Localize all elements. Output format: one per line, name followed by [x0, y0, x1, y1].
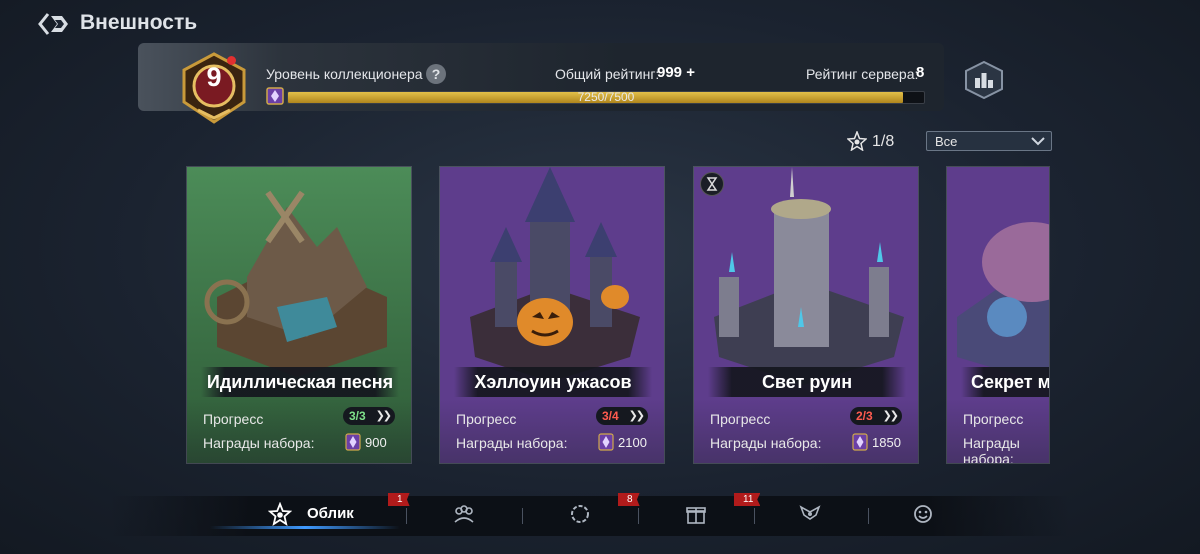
- card-title: Хэллоуин ужасов: [454, 367, 652, 397]
- total-rating-value: 999 +: [657, 64, 695, 81]
- crystal-icon: [266, 87, 284, 105]
- crystal-icon: [345, 433, 361, 451]
- server-rating-label: Рейтинг сервера:: [806, 66, 919, 82]
- rewards-label: Награды набора:: [963, 435, 1020, 464]
- ranking-icon[interactable]: [962, 60, 1006, 100]
- nav-divider: [522, 508, 523, 524]
- nav-divider: [638, 508, 639, 524]
- progress-label: Прогресс: [456, 411, 517, 427]
- gift-icon[interactable]: [684, 502, 708, 526]
- back-icon[interactable]: [38, 10, 70, 38]
- crowd-icon[interactable]: [452, 502, 476, 526]
- total-rating-label: Общий рейтинг:: [555, 66, 660, 82]
- reward-value: 2100: [618, 435, 647, 450]
- nav-divider: [754, 508, 755, 524]
- collector-level-label: Уровень коллекционера: [266, 66, 423, 82]
- chevron-right-icon: ❯❯: [375, 410, 393, 422]
- filter-dropdown[interactable]: Все: [926, 131, 1052, 151]
- chevron-right-icon: ❯❯: [628, 410, 646, 422]
- card-title: Секрет мор: [961, 367, 1049, 397]
- collector-level: 9: [206, 62, 222, 92]
- progress-value[interactable]: 3/3 ❯❯: [343, 407, 395, 425]
- collection-card-halloween[interactable]: Хэллоуин ужасов Прогресс 3/4 ❯❯ Награды …: [439, 166, 665, 464]
- wings-icon[interactable]: [798, 502, 822, 526]
- xp-progress-text: 7250/7500: [577, 90, 635, 104]
- notification-badge: 1: [388, 493, 410, 506]
- xp-progress-bar: 7250/7500: [287, 90, 925, 104]
- notification-dot: [227, 56, 236, 65]
- nav-divider: [406, 508, 407, 524]
- progress-count: 2/3: [856, 409, 873, 423]
- filter-selected-value: Все: [935, 134, 958, 149]
- progress-label: Прогресс: [203, 411, 264, 427]
- help-icon[interactable]: ?: [426, 64, 446, 84]
- emote-icon[interactable]: [912, 502, 936, 526]
- wreath-icon[interactable]: [568, 502, 592, 526]
- rewards-label: Награды набора:: [456, 435, 568, 451]
- progress-value[interactable]: 2/3 ❯❯: [850, 407, 902, 425]
- page-title: Внешность: [80, 11, 198, 34]
- crystal-icon: [852, 433, 868, 451]
- progress-count: 3/3: [349, 409, 366, 423]
- notification-badge: 11: [734, 493, 761, 506]
- set-counter: 1/8: [872, 133, 895, 150]
- progress-label: Прогресс: [710, 411, 771, 427]
- collection-card-sea-secret[interactable]: Секрет мор Прогресс Награды набора:: [946, 166, 1050, 464]
- star-icon[interactable]: [268, 502, 292, 526]
- progress-value[interactable]: 3/4 ❯❯: [596, 407, 648, 425]
- progress-count: 3/4: [602, 409, 619, 423]
- active-tab-indicator: [210, 526, 400, 529]
- hourglass-icon: [700, 172, 724, 196]
- progress-label: Прогресс: [963, 411, 1024, 427]
- rewards-label: Награды набора:: [203, 435, 315, 451]
- collection-card-ruins-light[interactable]: Свет руин Прогресс 2/3 ❯❯ Награды набора…: [693, 166, 919, 464]
- collection-card-idyllic-song[interactable]: Идиллическая песня Прогресс 3/3 ❯❯ Награ…: [186, 166, 412, 464]
- card-title: Идиллическая песня: [201, 367, 399, 397]
- server-rating-value: 8: [916, 64, 925, 81]
- crystal-icon: [598, 433, 614, 451]
- reward-value: 900: [365, 435, 387, 450]
- nav-divider: [868, 508, 869, 524]
- notification-badge: 8: [618, 493, 640, 506]
- chevron-down-icon: [1031, 137, 1045, 146]
- star-icon: [847, 131, 867, 151]
- reward-value: 1850: [872, 435, 901, 450]
- card-title: Свет руин: [708, 367, 906, 397]
- rewards-label: Награды набора:: [710, 435, 822, 451]
- chevron-right-icon: ❯❯: [882, 410, 900, 422]
- tab-appearance[interactable]: Облик: [307, 505, 354, 522]
